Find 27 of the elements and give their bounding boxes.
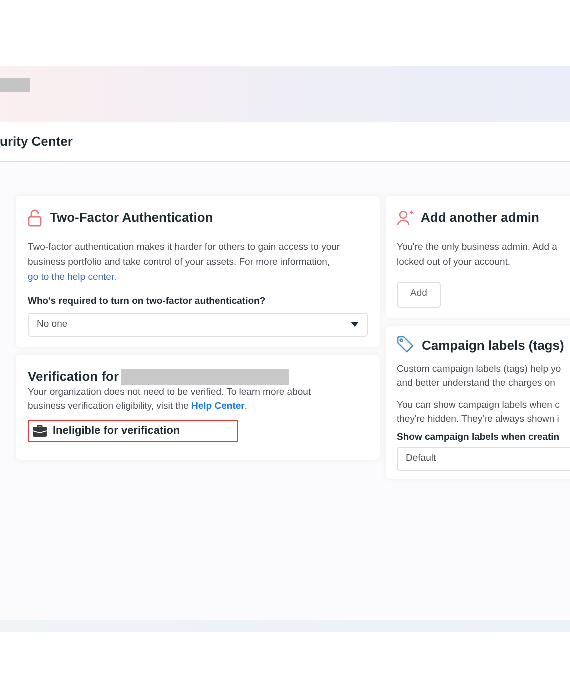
card-description: You're the only business admin. Add a	[397, 240, 558, 254]
add-button[interactable]: Add	[397, 282, 441, 308]
verification-status: Ineligible for verification	[28, 420, 238, 442]
card-title: Verification for	[28, 368, 120, 386]
unlocked-padlock-icon	[28, 208, 42, 227]
card-description: locked out of your account.	[397, 256, 512, 270]
card-title: Campaign labels (tags)	[422, 336, 564, 355]
add-user-icon	[397, 210, 414, 226]
requirement-dropdown[interactable]: No one	[28, 312, 368, 337]
field-label: Show campaign labels when creatin	[397, 431, 561, 445]
card-title: Two-Factor Authentication	[50, 209, 214, 227]
briefcase-icon	[33, 425, 47, 438]
card-title: Add another admin	[421, 209, 540, 227]
labels-dropdown[interactable]: Default	[397, 447, 570, 472]
card-description: Custom campaign labels (tags) help yo	[397, 363, 562, 377]
caret-icon	[351, 322, 359, 328]
help-center-link[interactable]: go to the help center.	[28, 272, 117, 282]
redaction-bar	[0, 78, 30, 92]
card-description: they're hidden. They're always shown i	[397, 413, 560, 427]
tag-icon	[397, 336, 415, 354]
field-label: Who's required to turn on two-factor authentication?	[28, 294, 267, 308]
card-description: Your organization does not need to be verified. To learn more about business verification eligibility, visit the Help Center.	[28, 386, 312, 414]
card-description: Two-factor authentication makes it harder for others to gain access to your business portfolio and take control of your assets. For more information, go to the help center.	[28, 240, 342, 284]
card-description: You can show campaign labels when c	[397, 399, 561, 413]
help-center-link[interactable]: Help Center	[192, 401, 245, 412]
page-title: urity Center	[0, 132, 73, 151]
card-description: and better understand the charges on	[397, 377, 556, 391]
